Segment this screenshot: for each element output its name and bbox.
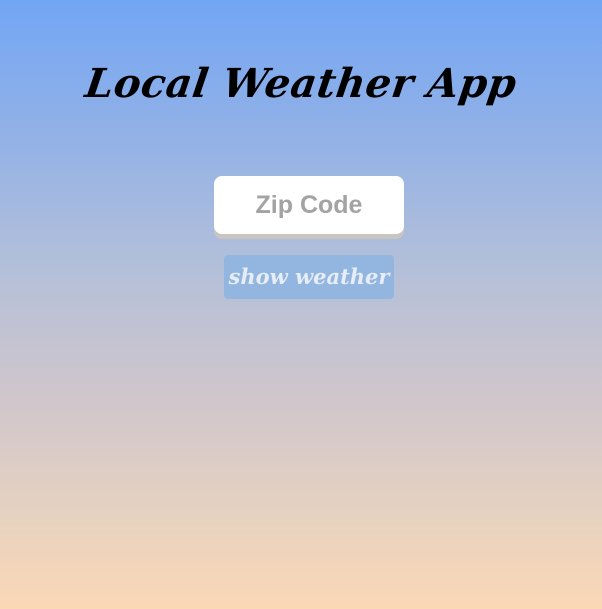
zip-code-input[interactable] xyxy=(214,176,404,234)
app-page: Local Weather App show weather xyxy=(0,0,602,609)
show-weather-button[interactable]: show weather xyxy=(224,255,394,299)
page-title: Local Weather App xyxy=(82,60,520,107)
zip-field-wrapper xyxy=(214,176,404,234)
